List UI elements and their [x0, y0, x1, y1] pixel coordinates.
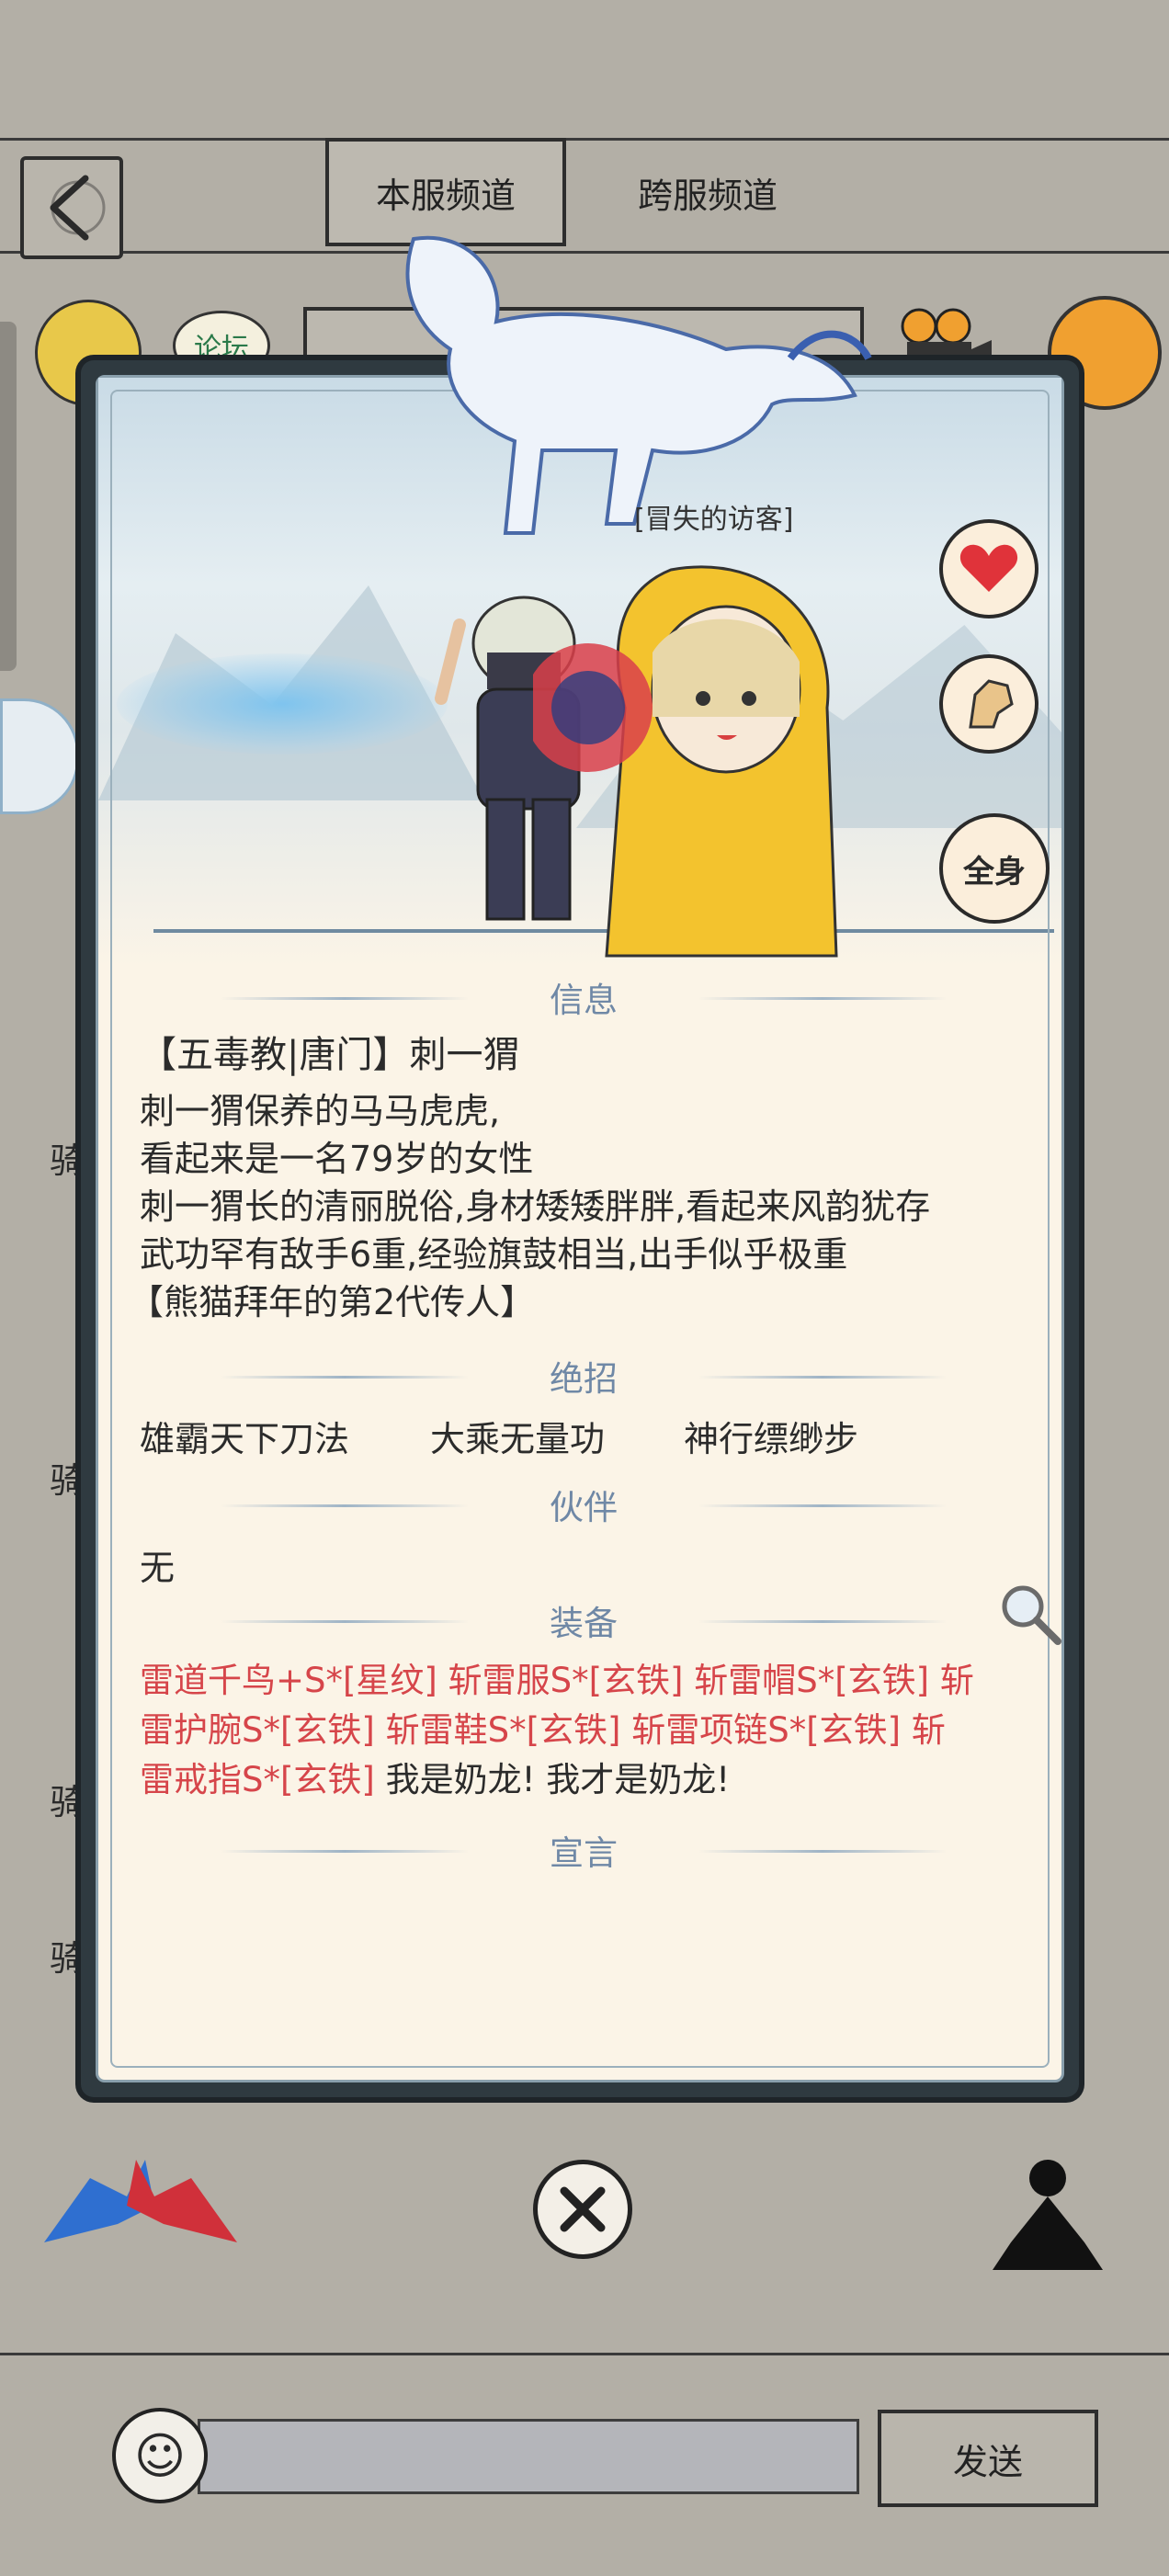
partner-value: 无 — [140, 1548, 176, 1588]
emoji-button[interactable]: ☺ — [112, 2408, 208, 2503]
close-button[interactable] — [533, 2160, 632, 2259]
back-icon — [50, 175, 106, 241]
chat-input[interactable] — [198, 2419, 859, 2494]
mount-icon — [969, 679, 1014, 729]
info-line: 刺一猬长的清丽脱俗,身材矮矮胖胖,看起来风韵犹存 — [140, 1186, 931, 1227]
meditate-icon[interactable] — [974, 2150, 1121, 2288]
info-line: 看起来是一名79岁的女性 — [140, 1139, 534, 1179]
section-title-declaration: 宣言 — [221, 1825, 947, 1875]
side-label: 骑 — [50, 1782, 85, 1822]
fullbody-label: 全身 — [963, 853, 1026, 891]
section-title-partner: 伙伴 — [221, 1480, 947, 1529]
player-title: 【五毒教|唐门】刺一猬 — [140, 1034, 520, 1076]
info-line: 刺一猬保养的马马虎虎, — [140, 1091, 501, 1131]
yellow-raincoat-character — [533, 565, 838, 958]
back-button[interactable] — [20, 156, 123, 259]
info-line: 【熊猫拜年的第2代传人】 — [129, 1282, 536, 1322]
heart-icon — [959, 544, 1018, 592]
send-button[interactable]: 发送 — [878, 2410, 1098, 2507]
equipment-line[interactable]: 雷戒指S*[玄铁] 我是奶龙! 我才是奶龙! — [140, 1752, 730, 1801]
magnifier-icon[interactable] — [997, 1581, 1063, 1647]
section-title-skills: 绝招 — [221, 1351, 947, 1401]
body-toggle-button[interactable]: 全身 — [939, 813, 1050, 924]
skill-item[interactable]: 大乘无量功 — [430, 1411, 605, 1461]
close-icon — [560, 2186, 606, 2232]
equipment-note: 我是奶龙! 我才是奶龙! — [374, 1760, 731, 1799]
section-title-equipment: 装备 — [221, 1595, 947, 1645]
info-line: 武功罕有敌手6重,经验旗鼓相当,出手似乎极重 — [140, 1234, 848, 1275]
visitor-tag: [冒失的访客] — [634, 504, 794, 536]
equipment-line[interactable]: 雷护腕S*[玄铁] 斩雷鞋S*[玄铁] 斩雷项链S*[玄铁] 斩 — [140, 1702, 946, 1752]
dragon-mount — [405, 235, 872, 535]
side-label: 骑 — [50, 1460, 85, 1501]
equipment-line[interactable]: 雷道千鸟+S*[星纹] 斩雷服S*[玄铁] 斩雷帽S*[玄铁] 斩 — [140, 1652, 974, 1702]
section-title-info: 信息 — [221, 972, 947, 1022]
side-label: 骑 — [50, 1140, 85, 1181]
like-button[interactable] — [939, 519, 1038, 618]
scrollbar[interactable] — [0, 322, 17, 671]
pvp-icon[interactable] — [35, 2141, 246, 2261]
side-label: 骑 — [50, 1938, 85, 1979]
mount-button[interactable] — [939, 654, 1038, 754]
equipment-item[interactable]: 雷戒指S*[玄铁] — [140, 1760, 375, 1799]
laugh-emoji-icon: ☺ — [133, 2426, 187, 2485]
side-panel-tab[interactable] — [0, 698, 79, 814]
skill-item[interactable]: 雄霸天下刀法 — [140, 1411, 349, 1461]
skill-item[interactable]: 神行缥缈步 — [684, 1411, 858, 1461]
